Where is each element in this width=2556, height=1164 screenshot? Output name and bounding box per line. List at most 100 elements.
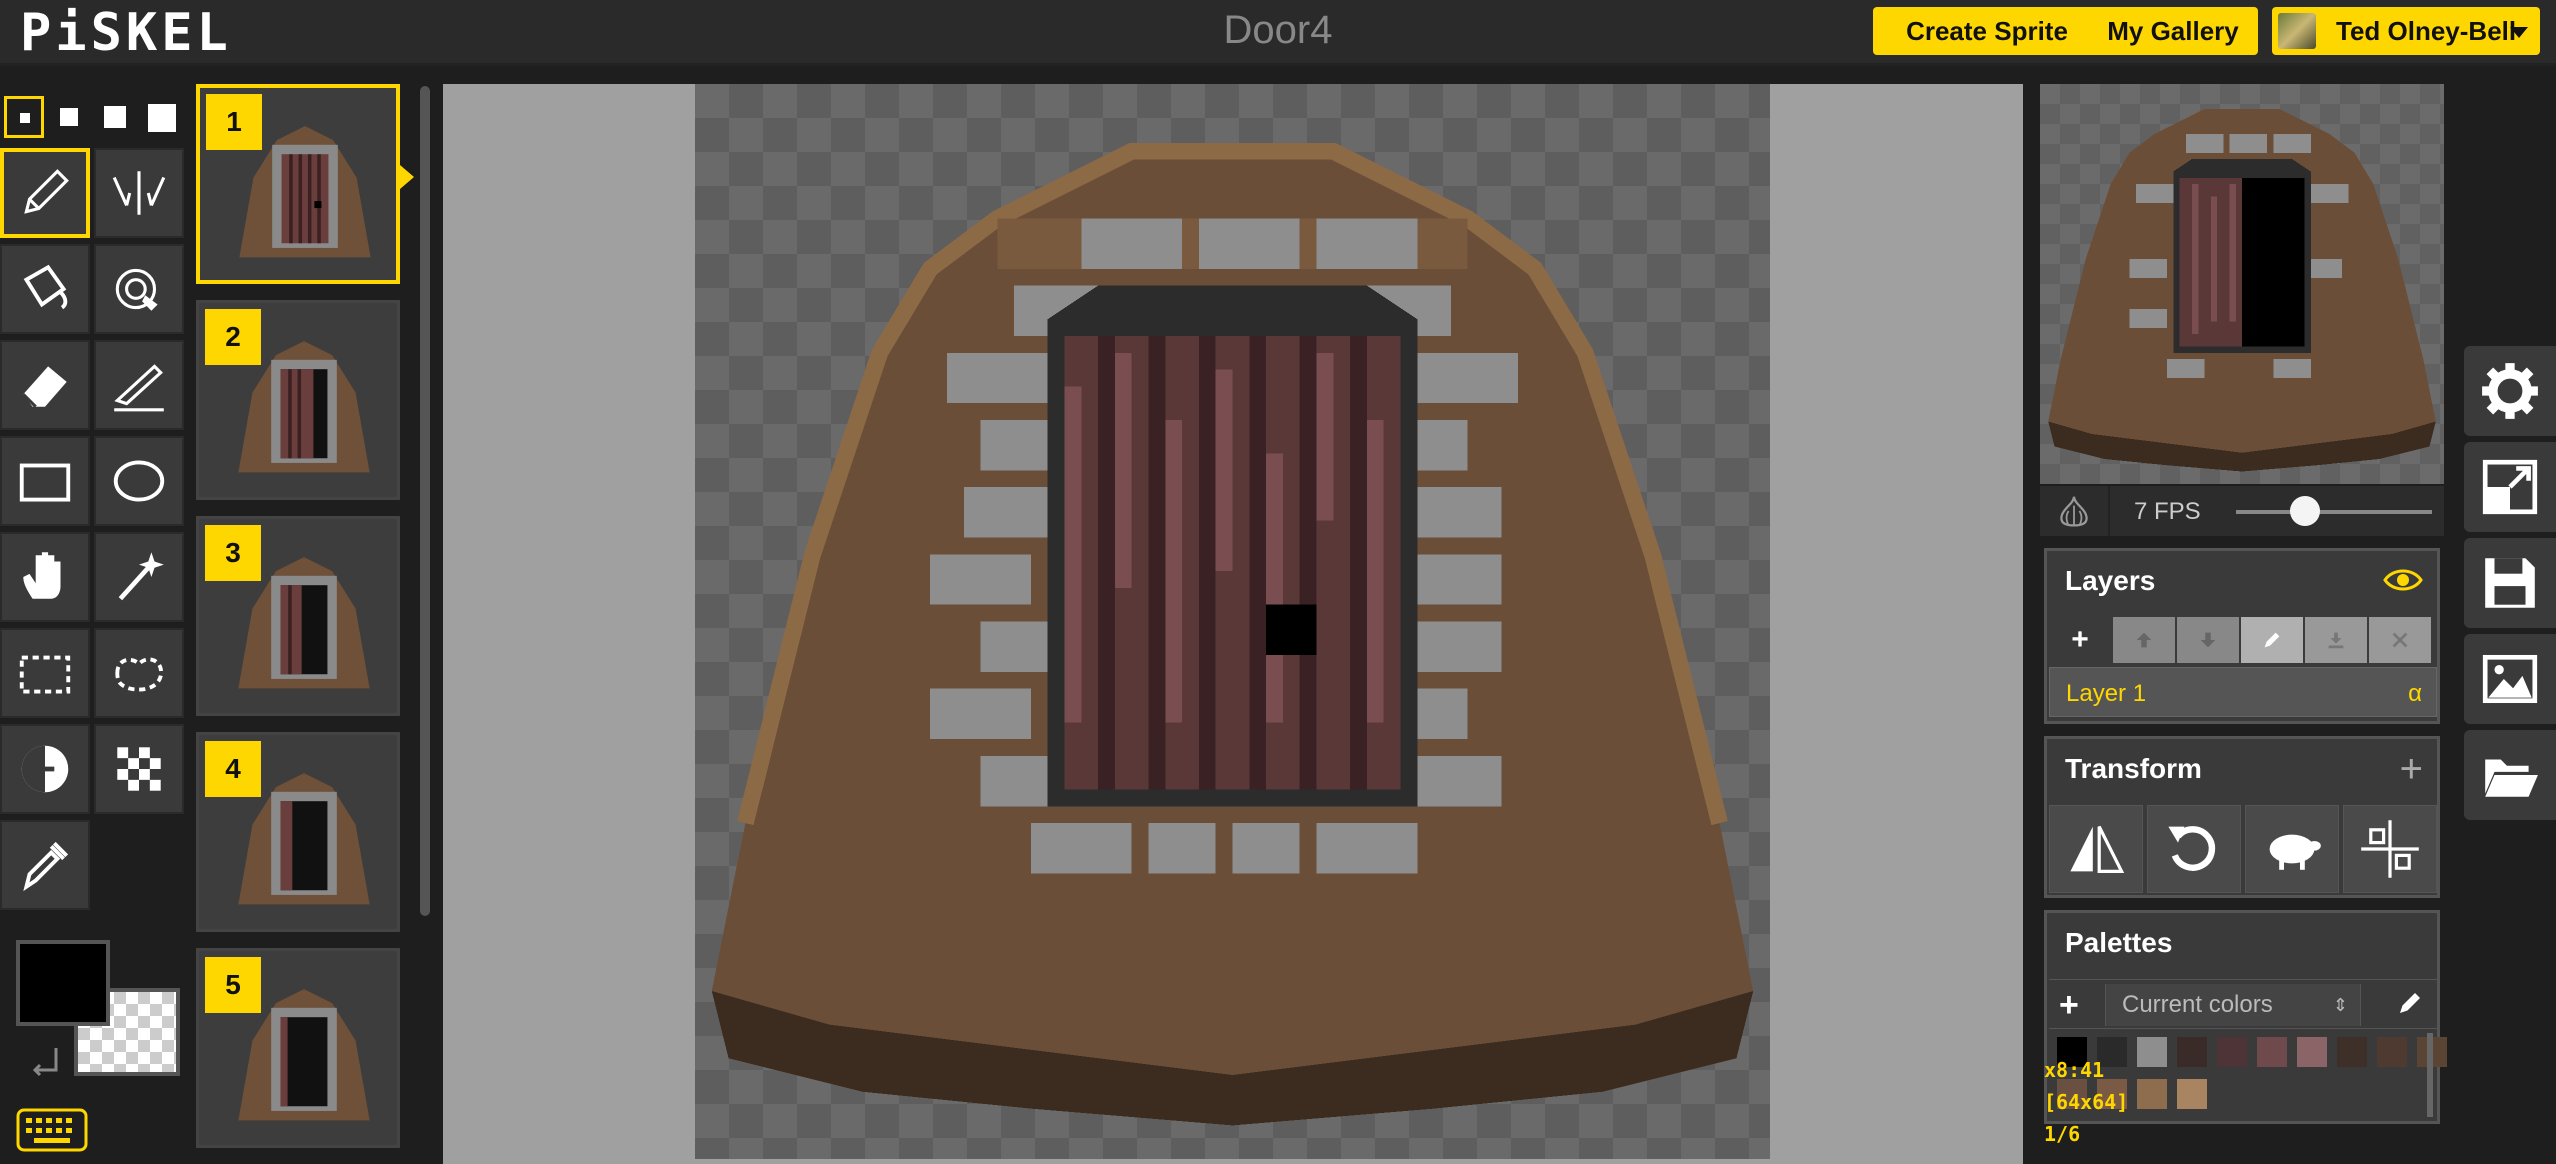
- settings-button[interactable]: [2464, 346, 2556, 436]
- import-button[interactable]: [2464, 730, 2556, 820]
- export-button[interactable]: [2464, 634, 2556, 724]
- paint-bucket-icon: [23, 264, 68, 310]
- rectangle-icon: [19, 463, 71, 502]
- palette-swatch[interactable]: [2217, 1037, 2247, 1067]
- pen-size-4[interactable]: [142, 96, 182, 138]
- stroke-tool[interactable]: [94, 340, 184, 430]
- add-layer-button[interactable]: +: [2049, 617, 2113, 663]
- flip-icon: [2070, 825, 2125, 873]
- swap-colors-icon[interactable]: [26, 1040, 66, 1080]
- layer-toolbar: +: [2049, 617, 2437, 663]
- primary-color-swatch[interactable]: [16, 940, 110, 1026]
- pen-size-2[interactable]: [50, 96, 90, 138]
- canvas-container[interactable]: [443, 84, 2023, 1164]
- layers-title: Layers: [2065, 565, 2156, 596]
- rectangle-selection-tool[interactable]: [0, 628, 90, 718]
- frame-thumbnail[interactable]: 5: [196, 948, 400, 1148]
- pen-size-selector: [4, 96, 184, 140]
- rotate-button[interactable]: [2147, 805, 2241, 893]
- preview-sprite: [2048, 109, 2436, 472]
- lighten-icon: [21, 745, 69, 793]
- rotate-icon: [2168, 826, 2216, 871]
- gear-icon: [2482, 363, 2538, 419]
- my-gallery-button[interactable]: My Gallery: [2088, 7, 2258, 55]
- keyboard-icon[interactable]: [16, 1108, 88, 1152]
- palette-scrollbar[interactable]: [2427, 1033, 2433, 1117]
- frame-thumbnail[interactable]: 4: [196, 732, 400, 932]
- animation-preview[interactable]: [2040, 84, 2444, 484]
- frame-counter: 1/6: [2044, 1122, 2081, 1146]
- frame-thumbnail[interactable]: 1: [196, 84, 400, 284]
- move-layer-up-button[interactable]: [2113, 617, 2177, 663]
- resize-icon: [2482, 459, 2538, 515]
- pencil-icon: [24, 169, 69, 214]
- frame-thumbnail[interactable]: 3: [196, 516, 400, 716]
- align-center-icon: [2361, 820, 2419, 878]
- hand-icon: [23, 552, 61, 599]
- close-icon: [2392, 632, 2408, 648]
- add-palette-button[interactable]: +: [2059, 986, 2079, 1025]
- transform-title: Transform: [2065, 753, 2202, 784]
- select-arrows-icon: ⇕: [2332, 995, 2348, 1015]
- user-name: Ted Olney-Bell: [2336, 16, 2517, 46]
- lasso-selection-tool[interactable]: [94, 628, 184, 718]
- palette-swatch[interactable]: [2377, 1037, 2407, 1067]
- frames-list: 1 2 3 4 5: [196, 84, 416, 1164]
- palette-swatch[interactable]: [2177, 1079, 2207, 1109]
- pencil-icon[interactable]: [2395, 988, 2425, 1018]
- user-menu-button[interactable]: Ted Olney-Bell: [2272, 7, 2540, 55]
- palette-select[interactable]: Current colors ⇕: [2105, 984, 2361, 1026]
- eraser-icon: [22, 366, 67, 408]
- circle-icon: [113, 460, 165, 502]
- move-layer-down-button[interactable]: [2177, 617, 2241, 663]
- center-button[interactable]: [2343, 805, 2437, 893]
- arrow-down-icon: [2200, 632, 2216, 648]
- merge-layer-button[interactable]: [2305, 617, 2369, 663]
- fps-slider[interactable]: [2236, 510, 2432, 514]
- eraser-tool[interactable]: [0, 340, 90, 430]
- edit-layer-button[interactable]: [2241, 617, 2305, 663]
- vertical-mirror-pen-tool[interactable]: [94, 148, 184, 238]
- create-sprite-button[interactable]: Create Sprite: [1873, 7, 2101, 55]
- flip-button[interactable]: [2049, 805, 2143, 893]
- palette-swatch[interactable]: [2257, 1037, 2287, 1067]
- shape-selection-tool[interactable]: [94, 532, 184, 622]
- palette-swatch[interactable]: [2297, 1037, 2327, 1067]
- sheep-icon: [2269, 834, 2321, 870]
- drawing-canvas[interactable]: [695, 84, 1770, 1159]
- layer-alpha-button[interactable]: α: [2408, 680, 2422, 708]
- frame-number: 3: [205, 525, 261, 581]
- piskel-logo[interactable]: PiSKEL: [20, 6, 232, 60]
- pen-size-1[interactable]: [4, 96, 44, 138]
- eyedropper-icon: [23, 841, 69, 892]
- dithering-tool[interactable]: [94, 724, 184, 814]
- onion-skin-button[interactable]: [2040, 486, 2110, 536]
- fps-slider-handle[interactable]: [2290, 496, 2320, 526]
- paint-all-similar-tool[interactable]: [94, 244, 184, 334]
- frame-thumbnail[interactable]: 2: [196, 300, 400, 500]
- delete-layer-button[interactable]: [2369, 617, 2433, 663]
- canvas-size: [64x64]: [2044, 1090, 2129, 1114]
- save-button[interactable]: [2464, 538, 2556, 628]
- palette-swatch[interactable]: [2137, 1037, 2167, 1067]
- palette-swatch[interactable]: [2337, 1037, 2367, 1067]
- lighten-tool[interactable]: [0, 724, 90, 814]
- clone-button[interactable]: [2245, 805, 2339, 893]
- palette-swatch[interactable]: [2177, 1037, 2207, 1067]
- palette-swatch[interactable]: [2137, 1079, 2167, 1109]
- image-icon: [2482, 654, 2538, 704]
- resize-button[interactable]: [2464, 442, 2556, 532]
- pen-size-3[interactable]: [96, 96, 136, 138]
- floppy-disk-icon: [2485, 558, 2535, 608]
- color-picker-tool[interactable]: [0, 820, 90, 910]
- eye-icon[interactable]: [2383, 565, 2423, 595]
- frames-scrollbar[interactable]: [420, 86, 430, 916]
- transform-add-button[interactable]: +: [2400, 749, 2423, 789]
- layer-item[interactable]: Layer 1 α: [2049, 667, 2437, 717]
- move-tool[interactable]: [0, 532, 90, 622]
- pen-tool[interactable]: [0, 148, 90, 238]
- paint-bucket-tool[interactable]: [0, 244, 90, 334]
- cursor-status: x8:41 [64x64] 1/6: [2044, 1054, 2128, 1150]
- rectangle-tool[interactable]: [0, 436, 90, 526]
- circle-tool[interactable]: [94, 436, 184, 526]
